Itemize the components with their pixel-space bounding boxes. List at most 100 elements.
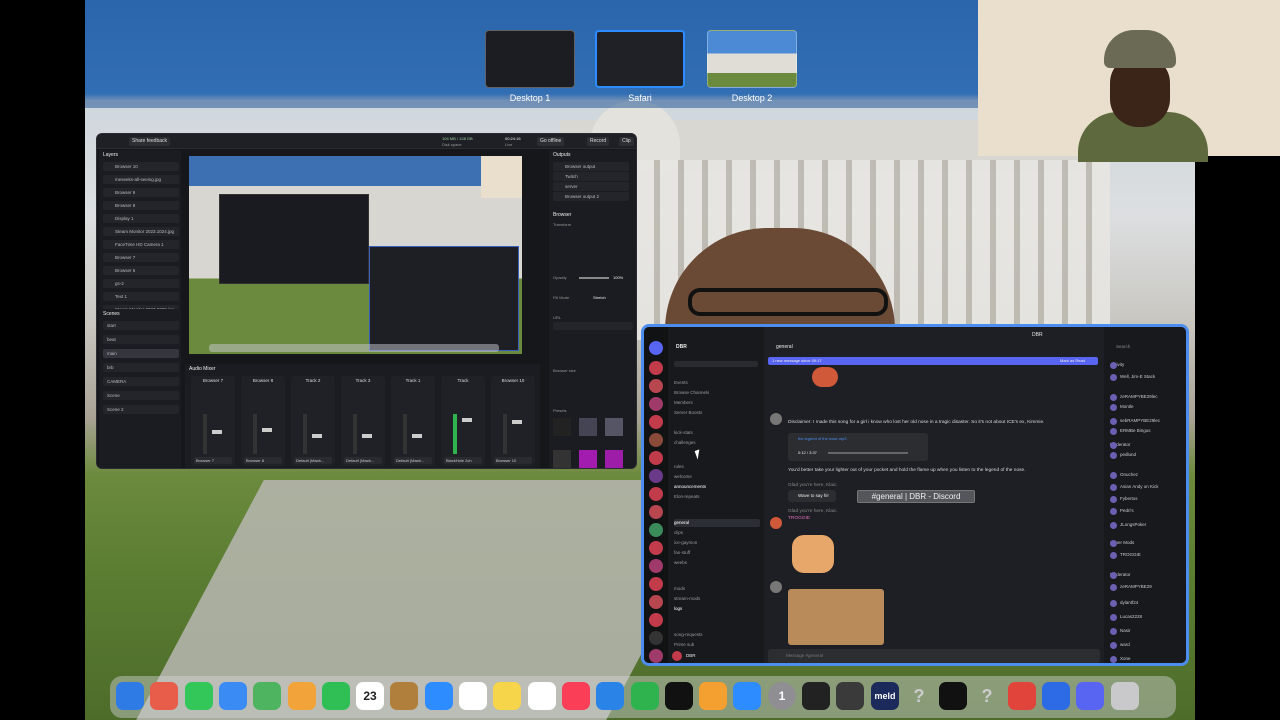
capcut-icon[interactable] xyxy=(939,682,967,710)
fader-knob[interactable] xyxy=(312,434,322,438)
channel-item[interactable]: fan-stuff xyxy=(674,549,760,557)
davinci-icon[interactable] xyxy=(836,682,864,710)
server-icon[interactable] xyxy=(649,451,663,465)
channel-item[interactable]: ice-gaymon xyxy=(674,539,760,547)
channel-item[interactable]: challenges xyxy=(674,439,760,447)
new-messages-banner[interactable]: 1 new message since 09:17 Mark as Read xyxy=(768,357,1098,365)
message-avatar[interactable] xyxy=(770,581,782,593)
channel-device-select[interactable]: BlackHole 2ch xyxy=(444,457,482,464)
settings-icon[interactable]: 1 xyxy=(768,682,796,710)
safari-icon[interactable] xyxy=(425,682,453,710)
obs-preview-canvas[interactable] xyxy=(189,156,522,354)
server-icon[interactable] xyxy=(649,505,663,519)
message-author[interactable]: TROGGIE xyxy=(788,516,810,521)
help-icon[interactable]: ? xyxy=(905,682,933,710)
fader-knob[interactable] xyxy=(212,430,222,434)
tv-icon[interactable] xyxy=(665,682,693,710)
output-item[interactable]: server xyxy=(553,182,629,191)
space-thumb-safari[interactable] xyxy=(595,30,685,88)
server-icon[interactable] xyxy=(649,613,663,627)
scene-item[interactable]: start xyxy=(103,321,179,330)
mail-icon[interactable] xyxy=(219,682,247,710)
calendar-icon[interactable]: 23 xyxy=(356,682,384,710)
source-item[interactable]: Browser 10 xyxy=(103,162,179,171)
member-item[interactable]: Pedri's xyxy=(1110,507,1186,515)
server-icon[interactable] xyxy=(649,595,663,609)
fill-mode-select[interactable]: Stretch xyxy=(593,295,606,300)
wave-button[interactable]: Wave to say hi! xyxy=(788,490,836,502)
channel-item[interactable]: stream-mods xyxy=(674,595,760,603)
server-icon[interactable] xyxy=(649,631,663,645)
discord-icon[interactable] xyxy=(1076,682,1104,710)
member-item[interactable]: TROGGIE xyxy=(1110,551,1186,559)
boost-banner[interactable] xyxy=(674,361,758,367)
member-item[interactable]: ward xyxy=(1110,641,1186,649)
notes-icon[interactable] xyxy=(493,682,521,710)
channel-device-select[interactable]: Browser 7 xyxy=(194,457,232,464)
server-icon[interactable] xyxy=(649,577,663,591)
server-icon[interactable] xyxy=(649,469,663,483)
member-item[interactable]: pedlund xyxy=(1110,451,1186,459)
scene-item[interactable]: Scene 2 xyxy=(103,405,179,414)
server-icon[interactable] xyxy=(649,541,663,555)
server-icon[interactable] xyxy=(649,559,663,573)
scene-item[interactable]: brb xyxy=(103,363,179,372)
maps-icon[interactable] xyxy=(253,682,281,710)
volume-fader[interactable] xyxy=(503,414,522,454)
obs-icon[interactable] xyxy=(802,682,830,710)
volume-fader[interactable] xyxy=(353,414,372,454)
channel-item[interactable]: Elon-repeats xyxy=(674,493,760,501)
output-item[interactable]: Browser output xyxy=(553,162,629,171)
member-item[interactable]: sebRAMPYBE29lec xyxy=(1110,417,1186,425)
preset-tile[interactable] xyxy=(605,418,623,436)
image-attachment[interactable] xyxy=(788,589,884,645)
channel-item[interactable]: Prime sub xyxy=(674,641,760,649)
volume-fader[interactable] xyxy=(253,414,272,454)
fader-knob[interactable] xyxy=(462,418,472,422)
server-icon[interactable] xyxy=(649,361,663,375)
member-item[interactable]: zeRAMPYBE29lec xyxy=(1110,393,1186,401)
member-item[interactable]: Asian Andy on Kick xyxy=(1110,483,1186,491)
member-item[interactable]: dylantf24 xyxy=(1110,599,1186,607)
launchpad-icon[interactable] xyxy=(150,682,178,710)
search-field[interactable]: Search xyxy=(1116,344,1130,349)
source-item[interactable]: Browser 8 xyxy=(103,201,179,210)
scene-item[interactable]: CAMERA xyxy=(103,377,179,386)
space-thumb-desktop-2[interactable] xyxy=(707,30,797,88)
channel-item[interactable]: song-requests xyxy=(674,631,760,639)
member-item[interactable]: ERMBe Bingus xyxy=(1110,427,1186,435)
preset-tile[interactable] xyxy=(553,418,571,436)
meld-icon[interactable]: meld xyxy=(871,682,899,710)
server-icon[interactable] xyxy=(649,397,663,411)
server-name[interactable]: DBR xyxy=(676,344,687,350)
member-item[interactable]: Xone xyxy=(1110,655,1186,663)
user-avatar[interactable] xyxy=(672,651,682,661)
channel-device-select[interactable]: Default (Macb... xyxy=(344,457,382,464)
music-icon[interactable] xyxy=(562,682,590,710)
volume-fader[interactable] xyxy=(203,414,222,454)
finder-icon[interactable] xyxy=(116,682,144,710)
reminders-icon[interactable] xyxy=(459,682,487,710)
freeform-icon[interactable] xyxy=(528,682,556,710)
source-item[interactable]: Browser 9 xyxy=(103,188,179,197)
scene-item[interactable]: beat xyxy=(103,335,179,344)
server-icon[interactable] xyxy=(649,433,663,447)
preset-tile[interactable] xyxy=(605,450,623,468)
message-input[interactable]: Message #general xyxy=(768,649,1100,663)
member-item[interactable]: zeRAMPYBE29 xyxy=(1110,583,1186,591)
scene-item[interactable]: Scene xyxy=(103,391,179,400)
server-icon[interactable] xyxy=(649,379,663,393)
space-thumb-desktop-1[interactable] xyxy=(485,30,575,88)
channel-item[interactable]: mods xyxy=(674,585,760,593)
mark-as-read-button[interactable]: Mark as Read xyxy=(1060,358,1085,363)
channel-item[interactable]: Members xyxy=(674,399,760,407)
fader-knob[interactable] xyxy=(362,434,372,438)
member-item[interactable]: Fybertos xyxy=(1110,495,1186,503)
share-feedback-button[interactable]: Share feedback xyxy=(129,137,171,146)
message-avatar[interactable] xyxy=(770,413,782,425)
source-item[interactable]: FaceTime HD Camera 1 xyxy=(103,240,179,249)
audio-filename[interactable]: the legend of the nose.mp3 xyxy=(798,436,846,441)
channel-device-select[interactable]: Default (Macb... xyxy=(394,457,432,464)
channel-device-select[interactable]: Browser 10 xyxy=(494,457,532,464)
channel-item[interactable]: Server Boosts xyxy=(674,409,760,417)
